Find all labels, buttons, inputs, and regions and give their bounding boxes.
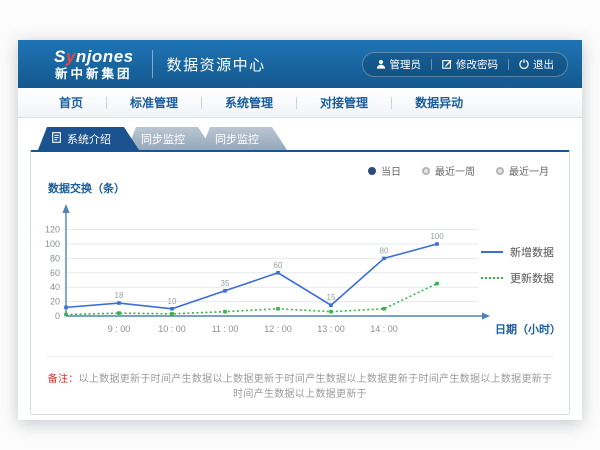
page-body: 系统介绍 同步监控 同步监控 当日 最近一周 (18, 118, 582, 415)
data-point (170, 312, 174, 316)
document-icon (52, 132, 61, 146)
data-point (170, 307, 174, 311)
logout-button[interactable]: 退出 (519, 57, 554, 72)
data-point (223, 310, 227, 314)
data-point-label: 15 (327, 293, 336, 302)
x-axis-arrow-icon (482, 312, 490, 319)
x-tick-label: 12 : 00 (264, 324, 292, 334)
radio-label: 最近一周 (435, 163, 475, 178)
y-tick-label: 20 (50, 297, 60, 307)
change-password-button[interactable]: 修改密码 (442, 57, 498, 72)
x-tick-label: 13 : 00 (317, 324, 345, 334)
change-password-label: 修改密码 (456, 57, 498, 72)
data-point-label: 35 (221, 279, 230, 288)
data-point-label: 80 (380, 246, 389, 255)
legend-item-update-data[interactable]: 更新数据 (481, 270, 554, 286)
legend-line-swatch (481, 251, 503, 253)
data-point-label: 60 (274, 261, 283, 270)
y-tick-label: 0 (55, 311, 60, 321)
toolbar-divider (431, 59, 432, 70)
data-point (382, 257, 386, 261)
chart-panel: 当日 最近一周 最近一月 数据交换（条） 0 20 40 60 80 100 120 9 : … (30, 150, 570, 415)
nav-item-standard-mgmt[interactable]: 标准管理 (107, 94, 201, 111)
edit-icon (442, 59, 452, 69)
header-divider (152, 50, 153, 78)
user-name: 管理员 (390, 57, 422, 72)
tab-system-intro[interactable]: 系统介绍 (38, 127, 139, 150)
data-point (329, 310, 333, 314)
x-tick-label: 9 : 00 (108, 324, 131, 334)
data-point-label: 10 (168, 297, 177, 306)
tab-bar: 系统介绍 同步监控 同步监控 (38, 127, 570, 150)
legend-label: 新增数据 (510, 244, 554, 260)
radio-last-month[interactable]: 最近一月 (496, 163, 549, 178)
x-tick-label: 11 : 00 (212, 324, 239, 334)
toolbar-divider (508, 59, 509, 70)
y-axis-arrow-icon (62, 204, 69, 213)
data-point (117, 311, 121, 315)
data-point (435, 242, 439, 246)
company-logo: Synjones 新中新集团 (54, 47, 134, 81)
app-header: Synjones 新中新集团 数据资源中心 管理员 修改密码 (18, 40, 582, 88)
current-user-button[interactable]: 管理员 (376, 57, 422, 72)
data-point (435, 282, 439, 286)
data-point (64, 313, 68, 317)
y-tick-label: 120 (45, 225, 60, 235)
app-window: Synjones 新中新集团 数据资源中心 管理员 修改密码 (18, 40, 582, 420)
x-tick-label: 10 : 00 (158, 324, 186, 334)
x-tick-label: 14 : 00 (370, 324, 398, 334)
footer-note: 备注：以上数据更新于时间产生数据以上数据更新于时间产生数据以上数据更新于时间产生… (47, 356, 553, 400)
note-text: 以上数据更新于时间产生数据以上数据更新于时间产生数据以上数据更新于时间产生数据以… (79, 374, 553, 400)
data-point (276, 271, 280, 275)
tab-label: 同步监控 (215, 131, 259, 147)
data-point (329, 303, 333, 307)
y-tick-label: 100 (45, 239, 60, 249)
data-point (382, 307, 386, 311)
data-point-label: 18 (115, 291, 124, 300)
data-point (64, 306, 68, 310)
y-tick-label: 40 (50, 282, 60, 292)
line-chart: 0 20 40 60 80 100 120 9 : 00 10 : 00 11 : 00 12 : … (36, 198, 556, 348)
legend-label: 更新数据 (510, 270, 554, 286)
y-tick-label: 60 (50, 268, 60, 278)
chart-legend: 新增数据 更新数据 (481, 244, 554, 296)
power-icon (519, 59, 529, 69)
logout-label: 退出 (533, 57, 554, 72)
tab-label: 系统介绍 (67, 131, 111, 147)
radio-label: 当日 (381, 163, 401, 178)
nav-item-interface-mgmt[interactable]: 对接管理 (297, 94, 391, 111)
y-tick-label: 80 (50, 253, 60, 263)
tab-sync-monitor-1[interactable]: 同步监控 (127, 127, 213, 150)
tab-sync-monitor-2[interactable]: 同步监控 (201, 127, 287, 150)
logo-chinese: 新中新集团 (54, 67, 134, 81)
user-toolbar: 管理员 修改密码 退出 (362, 52, 569, 77)
data-point (117, 301, 121, 305)
note-label: 备注： (48, 374, 79, 385)
logo-accent-letter: y (66, 47, 76, 66)
data-point (223, 289, 227, 293)
nav-item-home[interactable]: 首页 (36, 94, 106, 111)
x-axis-title: 日期（小时） (495, 322, 556, 336)
main-navbar: 首页 标准管理 系统管理 对接管理 数据异动 (18, 88, 582, 118)
data-point-label: 100 (430, 232, 444, 241)
radio-label: 最近一月 (509, 163, 549, 178)
radio-unselected-icon (496, 167, 504, 175)
user-icon (376, 59, 386, 69)
desktop-background: Synjones 新中新集团 数据资源中心 管理员 修改密码 (0, 0, 600, 450)
radio-last-week[interactable]: 最近一周 (422, 163, 475, 178)
radio-selected-icon (368, 167, 376, 175)
logo-english: Synjones (54, 47, 134, 67)
radio-today[interactable]: 当日 (368, 163, 401, 178)
radio-unselected-icon (422, 167, 430, 175)
app-title: 数据资源中心 (167, 54, 266, 75)
nav-item-system-mgmt[interactable]: 系统管理 (202, 94, 296, 111)
tab-label: 同步监控 (141, 131, 185, 147)
y-axis-title: 数据交换（条） (48, 180, 569, 196)
legend-line-swatch (481, 277, 503, 279)
nav-item-data-change[interactable]: 数据异动 (392, 94, 486, 111)
legend-item-new-data[interactable]: 新增数据 (481, 244, 554, 260)
data-point (276, 307, 280, 311)
time-range-filter: 当日 最近一周 最近一月 (368, 163, 549, 178)
